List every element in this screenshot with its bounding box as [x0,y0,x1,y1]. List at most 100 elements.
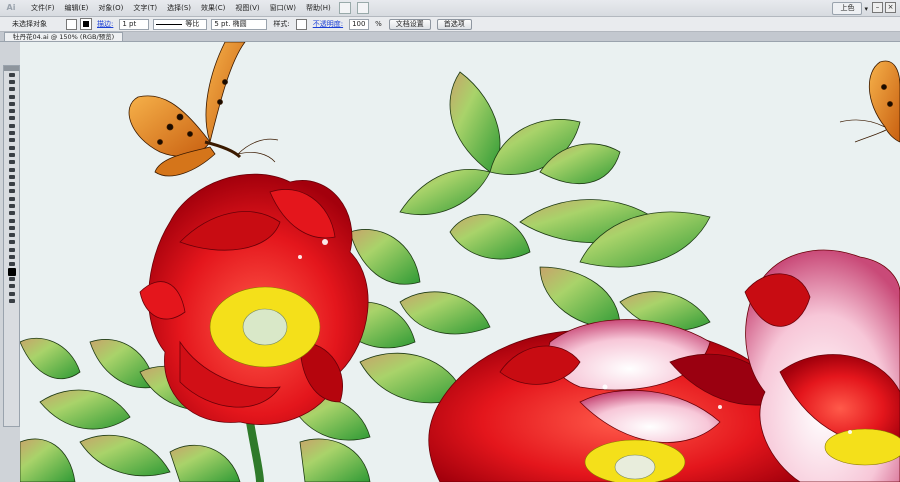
eraser-tool-icon[interactable] [4,151,19,158]
menu-view[interactable]: 视图(V) [230,0,264,16]
stroke-label[interactable]: 描边: [93,19,117,29]
opacity-field[interactable]: 100 [349,18,370,30]
document-setup-button[interactable]: 文档设置 [388,18,431,30]
fill-swatch[interactable] [66,18,77,30]
chevron-down-icon: ▾ [864,4,868,13]
artboard-tool-icon[interactable] [4,239,19,246]
graphic-style-swatch[interactable] [295,18,307,30]
slice-tool-icon[interactable] [4,246,19,253]
rectangle-tool-glyph [8,123,15,128]
symbol-sprayer-tool-glyph [8,189,15,194]
rotate-tool-glyph [8,160,15,165]
stroke-profile-select[interactable]: 等比 [153,18,208,30]
eyedropper-tool-icon[interactable] [4,217,19,224]
blob-brush-tool-glyph [8,145,15,150]
peony-artwork [20,42,900,482]
zoom-tool-glyph [8,262,15,267]
window-controls: – × [872,2,896,13]
leaf-cluster-top [399,71,711,331]
workspace-label[interactable]: 上色 [832,2,863,15]
zoom-tool-icon[interactable] [4,261,19,268]
pencil-tool-icon[interactable] [4,137,19,144]
stroke-swatch[interactable] [80,18,92,30]
blob-brush-tool-icon[interactable] [4,144,19,151]
swap-colors-icon[interactable] [4,275,19,282]
default-colors-glyph [8,284,15,289]
type-tool-glyph [8,109,15,114]
arrange-documents-icon[interactable] [356,2,369,14]
opacity-label[interactable]: 不透明度: [309,19,347,29]
selection-status: 未选择对象 [12,20,47,28]
line-tool-glyph [8,116,15,121]
lasso-tool-glyph [8,94,15,99]
rectangle-tool-icon[interactable] [4,122,19,129]
graph-tool-glyph [8,196,15,201]
graph-tool-icon[interactable] [4,195,19,202]
workspace-switcher[interactable]: 上色 ▾ [832,2,868,15]
gradient-tool-glyph [8,211,15,216]
symbol-sprayer-tool-icon[interactable] [4,188,19,195]
scale-tool-glyph [8,167,15,172]
pen-tool-icon[interactable] [4,100,19,107]
menu-help[interactable]: 帮助(H) [301,0,336,16]
artboard-canvas[interactable] [20,42,900,482]
live-paint-tool-icon[interactable] [4,232,19,239]
free-transform-tool-icon[interactable] [4,180,19,187]
stamens-left [209,286,321,368]
flower-stem [246,421,264,482]
artboard-tool-glyph [8,240,15,245]
color-mode-icon[interactable] [4,290,19,297]
bridge-icon[interactable] [338,2,351,14]
magic-wand-tool-glyph [8,87,15,92]
scale-tool-icon[interactable] [4,166,19,173]
fill-stroke-swatch-icon[interactable] [4,267,19,276]
close-button[interactable]: × [885,2,896,13]
mesh-tool-glyph [8,203,15,208]
stamens-right [824,428,900,466]
pencil-tool-glyph [8,138,15,143]
minimize-button[interactable]: – [872,2,883,13]
lasso-tool-icon[interactable] [4,93,19,100]
warp-tool-icon[interactable] [4,173,19,180]
menu-window[interactable]: 窗口(W) [265,0,301,16]
opacity-unit: % [375,20,382,28]
mesh-tool-icon[interactable] [4,202,19,209]
direct-selection-tool-icon[interactable] [4,78,19,85]
color-mode-glyph [8,291,15,296]
butterfly-left [128,42,279,177]
screen-mode-icon[interactable] [4,297,19,304]
blend-tool-icon[interactable] [4,224,19,231]
live-paint-tool-glyph [8,233,15,238]
stroke-profile-label: 等比 [185,19,200,28]
tools-panel [3,65,20,427]
style-label: 样式: [273,20,290,28]
menu-effect[interactable]: 效果(C) [196,0,230,16]
free-transform-tool-glyph [8,182,15,187]
menu-edit[interactable]: 编辑(E) [60,0,94,16]
menu-select[interactable]: 选择(S) [162,0,196,16]
warp-tool-glyph [8,174,15,179]
line-tool-icon[interactable] [4,115,19,122]
brush-select[interactable]: 5 pt. 椭圆 [211,18,268,30]
hand-tool-glyph [8,255,15,260]
menu-type[interactable]: 文字(T) [128,0,162,16]
rotate-tool-icon[interactable] [4,159,19,166]
eraser-tool-glyph [8,152,15,157]
type-tool-icon[interactable] [4,107,19,114]
default-colors-icon[interactable] [4,283,19,290]
hand-tool-icon[interactable] [4,253,19,260]
magic-wand-tool-icon[interactable] [4,86,19,93]
gradient-tool-icon[interactable] [4,210,19,217]
preferences-button[interactable]: 首选项 [436,18,472,30]
app-logo: Ai [6,3,16,12]
menu-bar: Ai 文件(F) 编辑(E) 对象(O) 文字(T) 选择(S) 效果(C) 视… [0,0,900,17]
eyedropper-tool-glyph [8,218,15,223]
paintbrush-tool-icon[interactable] [4,129,19,136]
menu-object[interactable]: 对象(O) [93,0,128,16]
selection-tool-icon[interactable] [4,71,19,78]
menu-file[interactable]: 文件(F) [26,0,60,16]
stroke-weight-field[interactable]: 1 pt [119,18,150,30]
direct-selection-tool-glyph [8,79,15,84]
stroke-profile-preview [156,23,183,25]
fill-stroke-swatch-glyph [7,267,16,276]
